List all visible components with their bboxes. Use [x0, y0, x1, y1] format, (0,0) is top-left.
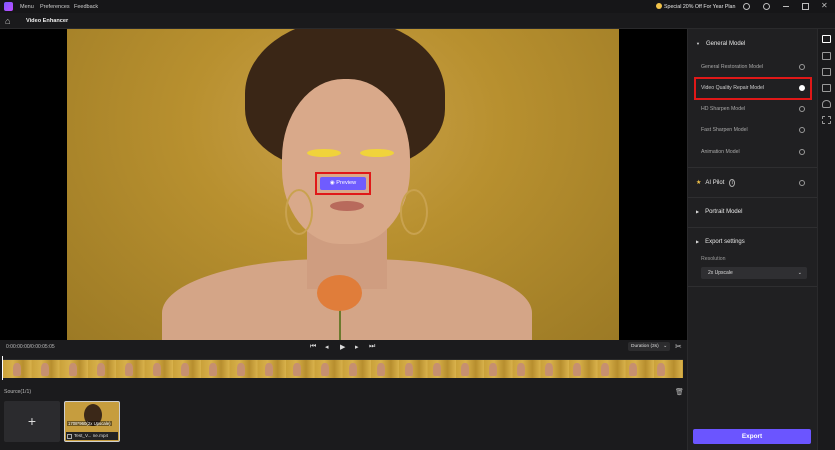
video-enhance-icon[interactable] — [822, 35, 831, 43]
skip-start-icon[interactable]: ⏮ — [310, 343, 316, 351]
expand-triangle-icon: ▶ — [696, 239, 700, 244]
thumbnail-caption: 1708*960(2x Upscale) — [67, 421, 112, 426]
resolution-select[interactable]: 2x Upscale ⌄ — [701, 267, 807, 279]
promo-banner[interactable]: Special 20% Off For Year Plan — [656, 3, 735, 10]
radio-general-restoration[interactable] — [799, 64, 805, 70]
step-back-icon[interactable]: ◂ — [325, 343, 329, 351]
home-icon[interactable]: ⌂ — [5, 16, 10, 26]
collapse-triangle-icon: ▼ — [696, 41, 700, 46]
app-logo-icon — [4, 2, 13, 11]
coin-icon — [656, 3, 662, 9]
radio-fast-sharpen[interactable] — [799, 127, 805, 133]
divider — [688, 197, 818, 198]
eraser-icon[interactable] — [822, 100, 831, 108]
menu-item-menu[interactable]: Menu — [20, 4, 34, 10]
promo-text: Special 20% Off For Year Plan — [664, 4, 736, 10]
skip-end-icon[interactable]: ⏭ — [369, 343, 375, 351]
model-option-general-restoration[interactable]: General Restoration Model — [701, 64, 763, 70]
export-settings-header[interactable]: ▶ Export settings — [696, 239, 745, 245]
star-icon: ★ — [696, 180, 702, 186]
tool-rail — [817, 29, 835, 450]
preview-button-label: Preview — [336, 180, 357, 186]
trash-icon[interactable]: 🗑 — [675, 388, 684, 396]
chevron-down-icon: ⌄ — [663, 344, 668, 349]
info-icon[interactable]: i — [729, 179, 736, 187]
radio-animation[interactable] — [799, 149, 805, 155]
radio-ai-pilot[interactable] — [799, 180, 805, 186]
file-icon — [67, 434, 72, 439]
model-option-fast-sharpen[interactable]: Fast Sharpen Model — [701, 127, 748, 133]
ai-pilot-header[interactable]: ★ AI Pilot i — [696, 179, 736, 187]
duration-select[interactable]: Duration (3s) ⌄ — [628, 342, 670, 351]
play-icon[interactable]: ▶ — [340, 343, 345, 351]
layers-icon[interactable] — [822, 68, 831, 76]
divider — [688, 227, 818, 228]
minimize-icon[interactable] — [783, 6, 789, 7]
source-thumbnail[interactable]: 1708*960(2x Upscale) Test_V... ne.mp4 — [64, 401, 120, 442]
step-forward-icon[interactable]: ▸ — [355, 343, 359, 351]
chevron-down-icon: ⌄ — [797, 270, 802, 276]
export-button[interactable]: Export — [693, 429, 811, 444]
nav-bar: ⌂ Video Enhancer — [0, 13, 835, 29]
menu-item-preferences[interactable]: Preferences — [40, 4, 70, 10]
restore-icon[interactable] — [802, 3, 809, 10]
page-title: Video Enhancer — [26, 17, 69, 24]
portrait-model-header[interactable]: ▶ Portrait Model — [696, 209, 742, 215]
resolution-label: Resolution — [701, 256, 726, 262]
select-area-icon[interactable] — [822, 116, 831, 124]
close-icon[interactable]: ✕ — [821, 1, 828, 10]
menu-item-feedback[interactable]: Feedback — [74, 4, 98, 10]
expand-triangle-icon: ▶ — [696, 209, 700, 214]
radio-hd-sharpen[interactable] — [799, 106, 805, 112]
timeline-strip[interactable] — [3, 359, 683, 378]
divider — [688, 167, 818, 168]
model-option-hd-sharpen[interactable]: HD Sharpen Model — [701, 106, 745, 112]
edit-icon[interactable] — [822, 52, 831, 60]
general-model-header[interactable]: ▼ General Model — [696, 41, 745, 47]
thumbnail-filename: Test_V... ne.mp4 — [66, 432, 118, 440]
pen-icon[interactable] — [822, 84, 831, 92]
help-icon[interactable] — [763, 3, 770, 10]
scissors-icon[interactable]: ✂ — [675, 342, 682, 351]
selected-model-highlight — [694, 77, 812, 100]
playhead[interactable] — [2, 356, 3, 380]
title-bar: Menu Preferences Feedback Special 20% Of… — [0, 0, 835, 13]
preview-button[interactable]: ◉ Preview — [320, 177, 366, 190]
account-icon[interactable] — [743, 3, 750, 10]
divider — [688, 286, 818, 287]
duration-label: Duration (3s) — [631, 344, 659, 349]
add-source-button[interactable]: + — [4, 401, 60, 442]
eye-icon: ◉ — [329, 180, 335, 186]
preview-highlight: ◉ Preview — [315, 172, 371, 195]
source-label: Source(1/1) — [4, 389, 32, 395]
player-controls: 0:00:00:00/0:00:05:05 ⏮ ◂ ▶ ▸ ⏭ — [0, 340, 687, 355]
model-option-animation[interactable]: Animation Model — [701, 149, 740, 155]
timecode: 0:00:00:00/0:00:05:05 — [6, 344, 55, 350]
